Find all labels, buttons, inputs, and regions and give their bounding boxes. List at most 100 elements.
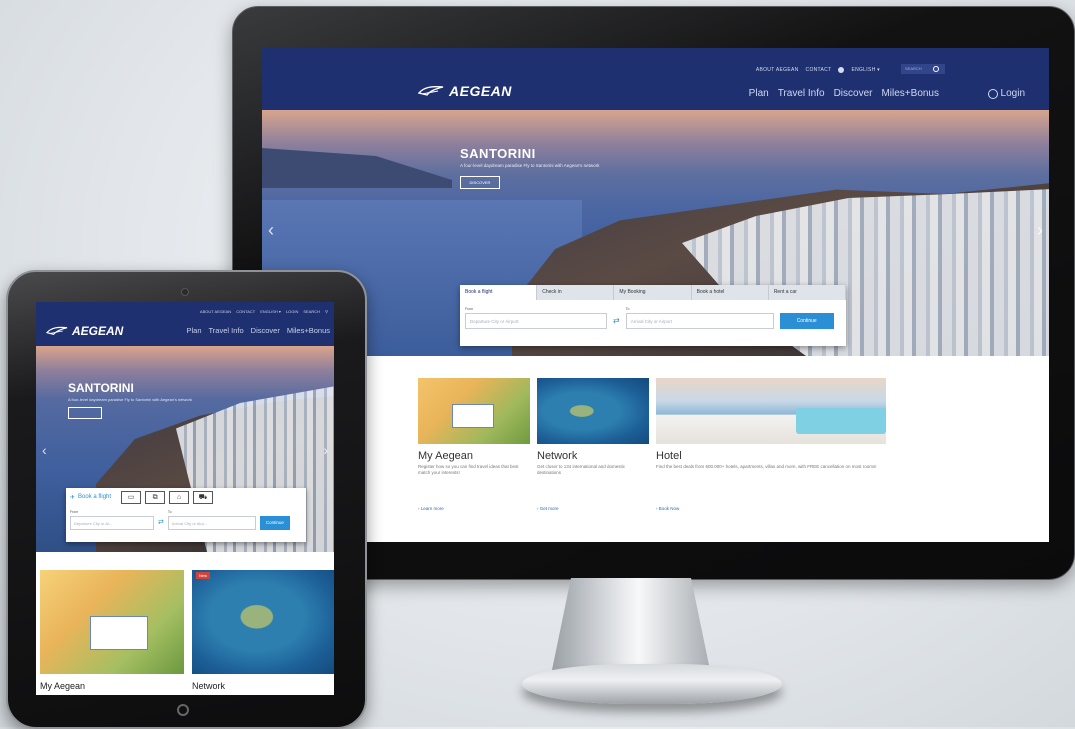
card-image	[40, 570, 184, 674]
monitor-stand-neck	[552, 578, 710, 670]
card-text: Get closer to 134 international and dome…	[537, 464, 626, 475]
user-icon	[987, 88, 998, 99]
tablet-device: AEGEAN ABOUT AEGEAN CONTACT ENGLISH ▾ LO…	[6, 270, 367, 729]
home-button[interactable]	[177, 704, 189, 716]
from-label: From	[465, 307, 474, 311]
swap-icon[interactable]: ⇄	[158, 516, 164, 530]
nav-discover[interactable]: Discover	[251, 326, 280, 335]
camera-icon	[181, 288, 189, 296]
tablet-website: AEGEAN ABOUT AEGEAN CONTACT ENGLISH ▾ LO…	[36, 302, 334, 695]
booking-widget: Book a flight Check in My Booking Book a…	[460, 285, 847, 346]
booking-icon[interactable]: ⧉	[145, 490, 166, 504]
hotel-icon[interactable]: ⌂	[169, 490, 190, 504]
continue-button[interactable]: Continue	[779, 313, 834, 329]
logo-text: AEGEAN	[449, 83, 512, 99]
search-placeholder: SEARCH	[905, 66, 922, 71]
login-label: Login	[1000, 88, 1025, 99]
from-input[interactable]: Departure City or Airport	[465, 313, 607, 329]
hero-discover-button[interactable]	[68, 407, 102, 419]
about-link[interactable]: ABOUT AEGEAN	[756, 67, 799, 73]
aegean-bird-icon	[46, 326, 68, 335]
search-icon[interactable]	[933, 66, 939, 72]
nav-discover[interactable]: Discover	[834, 88, 873, 99]
language-selector[interactable]: ENGLISH ▾	[260, 309, 281, 314]
card-title: Network	[192, 681, 226, 691]
hero-title: SANTORINI	[68, 381, 134, 395]
main-nav: Plan Travel Info Discover Miles+Bonus	[186, 326, 330, 335]
card-link[interactable]: › Learn more	[418, 506, 444, 511]
utility-nav: ABOUT AEGEAN CONTACT ENGLISH ▾ LOGIN SEA…	[200, 309, 328, 314]
booking-widget: ✈ Book a flight ▭ ⧉ ⌂ ⛟ From Departure C…	[66, 488, 306, 542]
site-header: AEGEAN ABOUT AEGEAN CONTACT ENGLISH ▾ SE…	[262, 48, 1049, 110]
card-my-aegean[interactable]: My Aegean	[40, 570, 184, 691]
card-my-aegean[interactable]: My Aegean Register how so you can find t…	[418, 378, 530, 511]
card-image	[537, 378, 649, 444]
booking-tabs: Book a flight Check in My Booking Book a…	[460, 285, 847, 300]
card-network[interactable]: Network Get closer to 134 international …	[537, 378, 649, 511]
to-input[interactable]: Arrival City or Airp...	[167, 516, 256, 530]
carousel-prev-icon[interactable]: ‹	[42, 442, 47, 458]
aegean-logo[interactable]: AEGEAN	[418, 83, 512, 99]
nav-plan[interactable]: Plan	[749, 88, 769, 99]
card-image	[656, 378, 886, 444]
car-icon[interactable]: ⛟	[193, 490, 214, 504]
tab-book-flight[interactable]: Book a flight	[460, 285, 538, 300]
booking-fields: From Departure City or Airport ⇄ To Arri…	[465, 307, 834, 329]
card-link[interactable]: › Book Now	[656, 506, 679, 511]
card-image: New	[192, 570, 334, 674]
check-in-icon[interactable]: ▭	[121, 490, 142, 504]
aegean-logo[interactable]: AEGEAN	[46, 324, 123, 338]
card-image	[418, 378, 530, 444]
nav-miles-bonus[interactable]: Miles+Bonus	[287, 326, 330, 335]
desktop-website: AEGEAN ABOUT AEGEAN CONTACT ENGLISH ▾ SE…	[262, 48, 1049, 542]
promo-cards: My Aegean New Network	[40, 570, 334, 691]
continue-button[interactable]: Continue	[259, 516, 290, 530]
card-text: Find the best deals from 600.000+ hotels…	[656, 464, 877, 469]
login-link[interactable]: LOGIN	[286, 309, 298, 314]
nav-plan[interactable]: Plan	[186, 326, 201, 335]
hero-subtitle: A four-level daydream paradise Fly to Sa…	[460, 163, 600, 168]
carousel-next-icon[interactable]: ›	[323, 442, 328, 458]
booking-tabs: ✈ Book a flight ▭ ⧉ ⌂ ⛟	[66, 488, 306, 506]
to-input[interactable]: Arrival City or Airport	[625, 313, 774, 329]
tab-book-hotel[interactable]: Book a hotel	[692, 285, 769, 300]
card-hotel[interactable]: Hotel Find the best deals from 600.000+ …	[656, 378, 886, 511]
new-badge: New	[196, 572, 211, 579]
main-nav: Plan Travel Info Discover Miles+Bonus	[749, 88, 939, 99]
search-input[interactable]: SEARCH	[901, 64, 945, 74]
nav-travel-info[interactable]: Travel Info	[209, 326, 244, 335]
tab-check-in[interactable]: Check in	[537, 285, 615, 300]
hero-subtitle: A four-level daydream paradise Fly to Sa…	[68, 397, 192, 402]
promo-cards: My Aegean Register how so you can find t…	[418, 378, 886, 511]
booking-fields: From Departure City or Ai... ⇄ To Arriva…	[70, 510, 290, 530]
hero-discover-button[interactable]: DISCOVER	[460, 176, 500, 189]
about-link[interactable]: ABOUT AEGEAN	[200, 309, 231, 314]
aegean-bird-icon	[418, 85, 444, 96]
contact-link[interactable]: CONTACT	[806, 67, 832, 73]
to-label: To	[167, 510, 172, 514]
from-input[interactable]: Departure City or Ai...	[70, 516, 154, 530]
tab-book-flight[interactable]: ✈ Book a flight	[70, 494, 111, 501]
monitor-stand-base	[522, 664, 782, 704]
card-network[interactable]: New Network	[192, 570, 334, 691]
card-title: Network	[537, 450, 578, 462]
language-selector[interactable]: ENGLISH ▾	[851, 67, 880, 73]
logo-text: AEGEAN	[72, 324, 124, 338]
plane-icon: ✈	[70, 494, 76, 501]
hero-hill	[262, 148, 452, 188]
nav-miles-bonus[interactable]: Miles+Bonus	[881, 88, 939, 99]
nav-travel-info[interactable]: Travel Info	[778, 88, 825, 99]
card-link[interactable]: › Get more	[537, 506, 559, 511]
carousel-prev-icon[interactable]: ‹	[268, 220, 274, 241]
carousel-next-icon[interactable]: ›	[1037, 220, 1043, 241]
tab-rent-car[interactable]: Rent a car	[769, 285, 847, 300]
site-header: AEGEAN ABOUT AEGEAN CONTACT ENGLISH ▾ LO…	[36, 302, 334, 346]
login-button[interactable]: Login	[987, 88, 1025, 99]
tab-label: Book a flight	[78, 494, 112, 500]
contact-link[interactable]: CONTACT	[236, 309, 255, 314]
card-title: My Aegean	[40, 681, 86, 691]
search-icon[interactable]: ⚲	[325, 309, 328, 314]
tab-my-booking[interactable]: My Booking	[614, 285, 692, 300]
search-link[interactable]: SEARCH	[303, 309, 320, 314]
swap-icon[interactable]: ⇄	[613, 313, 620, 329]
